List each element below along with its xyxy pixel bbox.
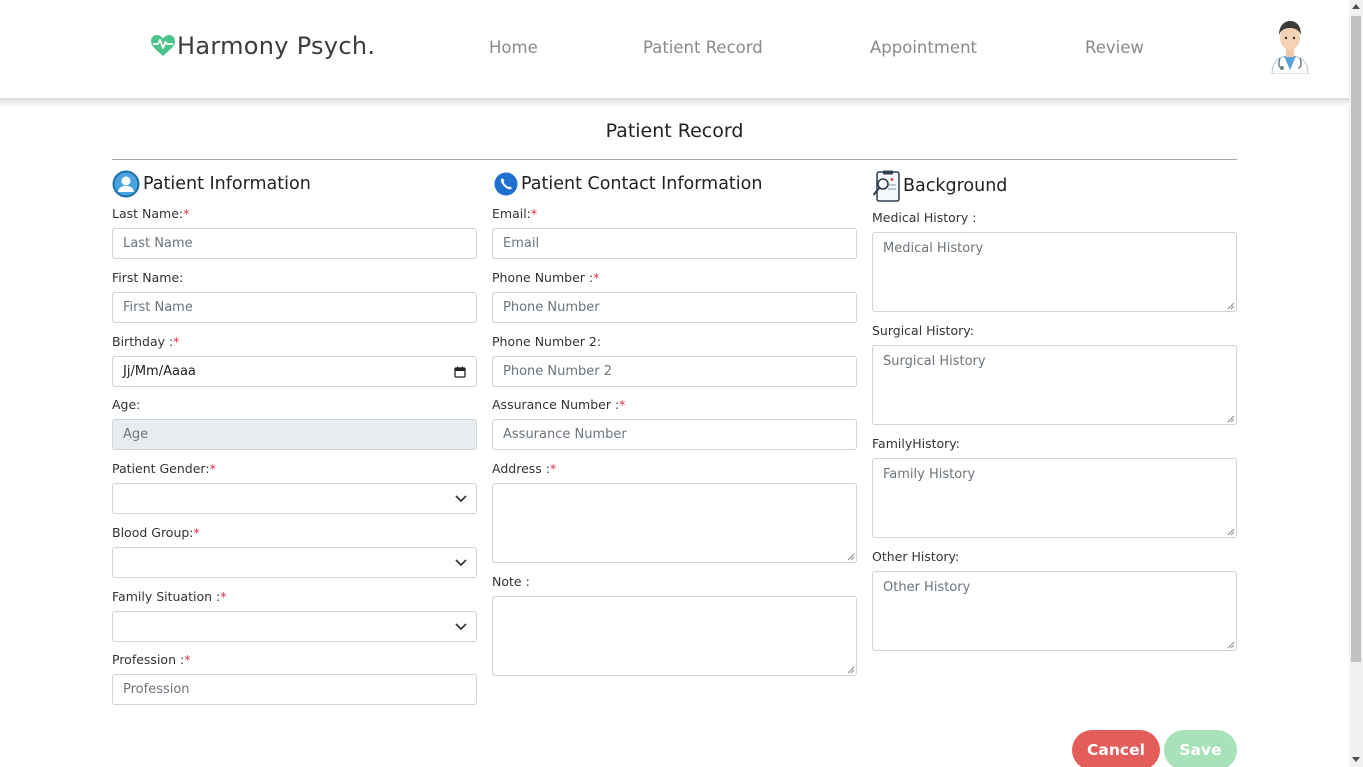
phone-input[interactable]: Phone Number <box>492 292 857 323</box>
scroll-thumb[interactable] <box>1351 16 1361 662</box>
gender-label: Patient Gender:* <box>112 461 216 476</box>
phone2-label: Phone Number 2: <box>492 334 602 349</box>
first-name-input[interactable]: First Name <box>112 292 477 323</box>
email-input[interactable]: Email <box>492 228 857 259</box>
first-name-label: First Name: <box>112 270 184 285</box>
contact-info-title: Patient Contact Information <box>521 174 763 194</box>
family-history-label: FamilyHistory: <box>872 436 960 451</box>
background-heading: Background <box>872 170 1007 202</box>
birthday-label: Birthday :* <box>112 334 180 349</box>
family-situation-select[interactable] <box>112 611 477 642</box>
email-label: Email:* <box>492 206 538 221</box>
brand-name: Harmony Psych. <box>177 32 376 60</box>
nav-home[interactable]: Home <box>489 38 538 57</box>
phone2-input[interactable]: Phone Number 2 <box>492 356 857 387</box>
page-title: Patient Record <box>605 120 744 142</box>
other-history-label: Other History: <box>872 549 960 564</box>
resize-grip-icon[interactable] <box>846 552 855 561</box>
top-navbar: Harmony Psych. Home Patient Record Appoi… <box>0 0 1349 98</box>
page: Harmony Psych. Home Patient Record Appoi… <box>0 0 1363 767</box>
nav-patient-record[interactable]: Patient Record <box>643 38 763 57</box>
medical-history-textarea[interactable]: Medical History <box>872 232 1237 312</box>
chevron-down-icon <box>455 559 467 567</box>
age-label: Age: <box>112 397 141 412</box>
phone-icon <box>494 172 518 196</box>
cancel-button[interactable]: Cancel <box>1072 730 1160 767</box>
calendar-icon[interactable] <box>454 366 466 378</box>
page-scrollbar[interactable] <box>1349 0 1363 767</box>
resize-grip-icon[interactable] <box>1226 414 1235 423</box>
background-title: Background <box>903 176 1008 196</box>
phone-label: Phone Number :* <box>492 270 600 285</box>
assurance-input[interactable]: Assurance Number <box>492 419 857 450</box>
user-circle-icon <box>112 170 140 198</box>
family-situation-label: Family Situation :* <box>112 589 227 604</box>
family-history-textarea[interactable]: Family History <box>872 458 1237 538</box>
header-shadow <box>0 98 1349 108</box>
patient-info-title: Patient Information <box>143 174 311 194</box>
blood-group-label: Blood Group:* <box>112 525 200 540</box>
save-button[interactable]: Save <box>1164 730 1237 767</box>
address-label: Address :* <box>492 461 557 476</box>
clipboard-search-icon <box>872 170 900 202</box>
resize-grip-icon[interactable] <box>846 665 855 674</box>
birthday-date-input[interactable]: Jj/Mm/Aaaa <box>112 356 477 387</box>
last-name-input[interactable]: Last Name <box>112 228 477 259</box>
assurance-label: Assurance Number :* <box>492 397 626 412</box>
gender-select[interactable] <box>112 483 477 514</box>
resize-grip-icon[interactable] <box>1226 527 1235 536</box>
nav-review[interactable]: Review <box>1085 38 1144 57</box>
age-input: Age <box>112 419 477 450</box>
last-name-label: Last Name:* <box>112 206 190 221</box>
nav-appointment[interactable]: Appointment <box>870 38 977 57</box>
brand-logo[interactable]: Harmony Psych. <box>150 32 375 60</box>
patient-info-heading: Patient Information <box>112 170 311 198</box>
chevron-down-icon <box>455 495 467 503</box>
profession-input[interactable]: Profession <box>112 674 477 705</box>
blood-group-select[interactable] <box>112 547 477 578</box>
medical-history-label: Medical History : <box>872 210 977 225</box>
doctor-avatar-icon[interactable] <box>1268 18 1312 74</box>
note-textarea[interactable] <box>492 596 857 676</box>
surgical-history-textarea[interactable]: Surgical History <box>872 345 1237 425</box>
resize-grip-icon[interactable] <box>1226 301 1235 310</box>
address-textarea[interactable] <box>492 483 857 563</box>
title-divider <box>112 159 1237 160</box>
scroll-down-arrow-icon[interactable] <box>1352 757 1360 762</box>
surgical-history-label: Surgical History: <box>872 323 974 338</box>
resize-grip-icon[interactable] <box>1226 640 1235 649</box>
contact-info-heading: Patient Contact Information <box>494 172 762 196</box>
other-history-textarea[interactable]: Other History <box>872 571 1237 651</box>
scroll-up-arrow-icon[interactable] <box>1352 4 1360 9</box>
chevron-down-icon <box>455 623 467 631</box>
profession-label: Profession :* <box>112 652 191 667</box>
heart-pulse-icon <box>151 35 175 56</box>
note-label: Note : <box>492 574 530 589</box>
